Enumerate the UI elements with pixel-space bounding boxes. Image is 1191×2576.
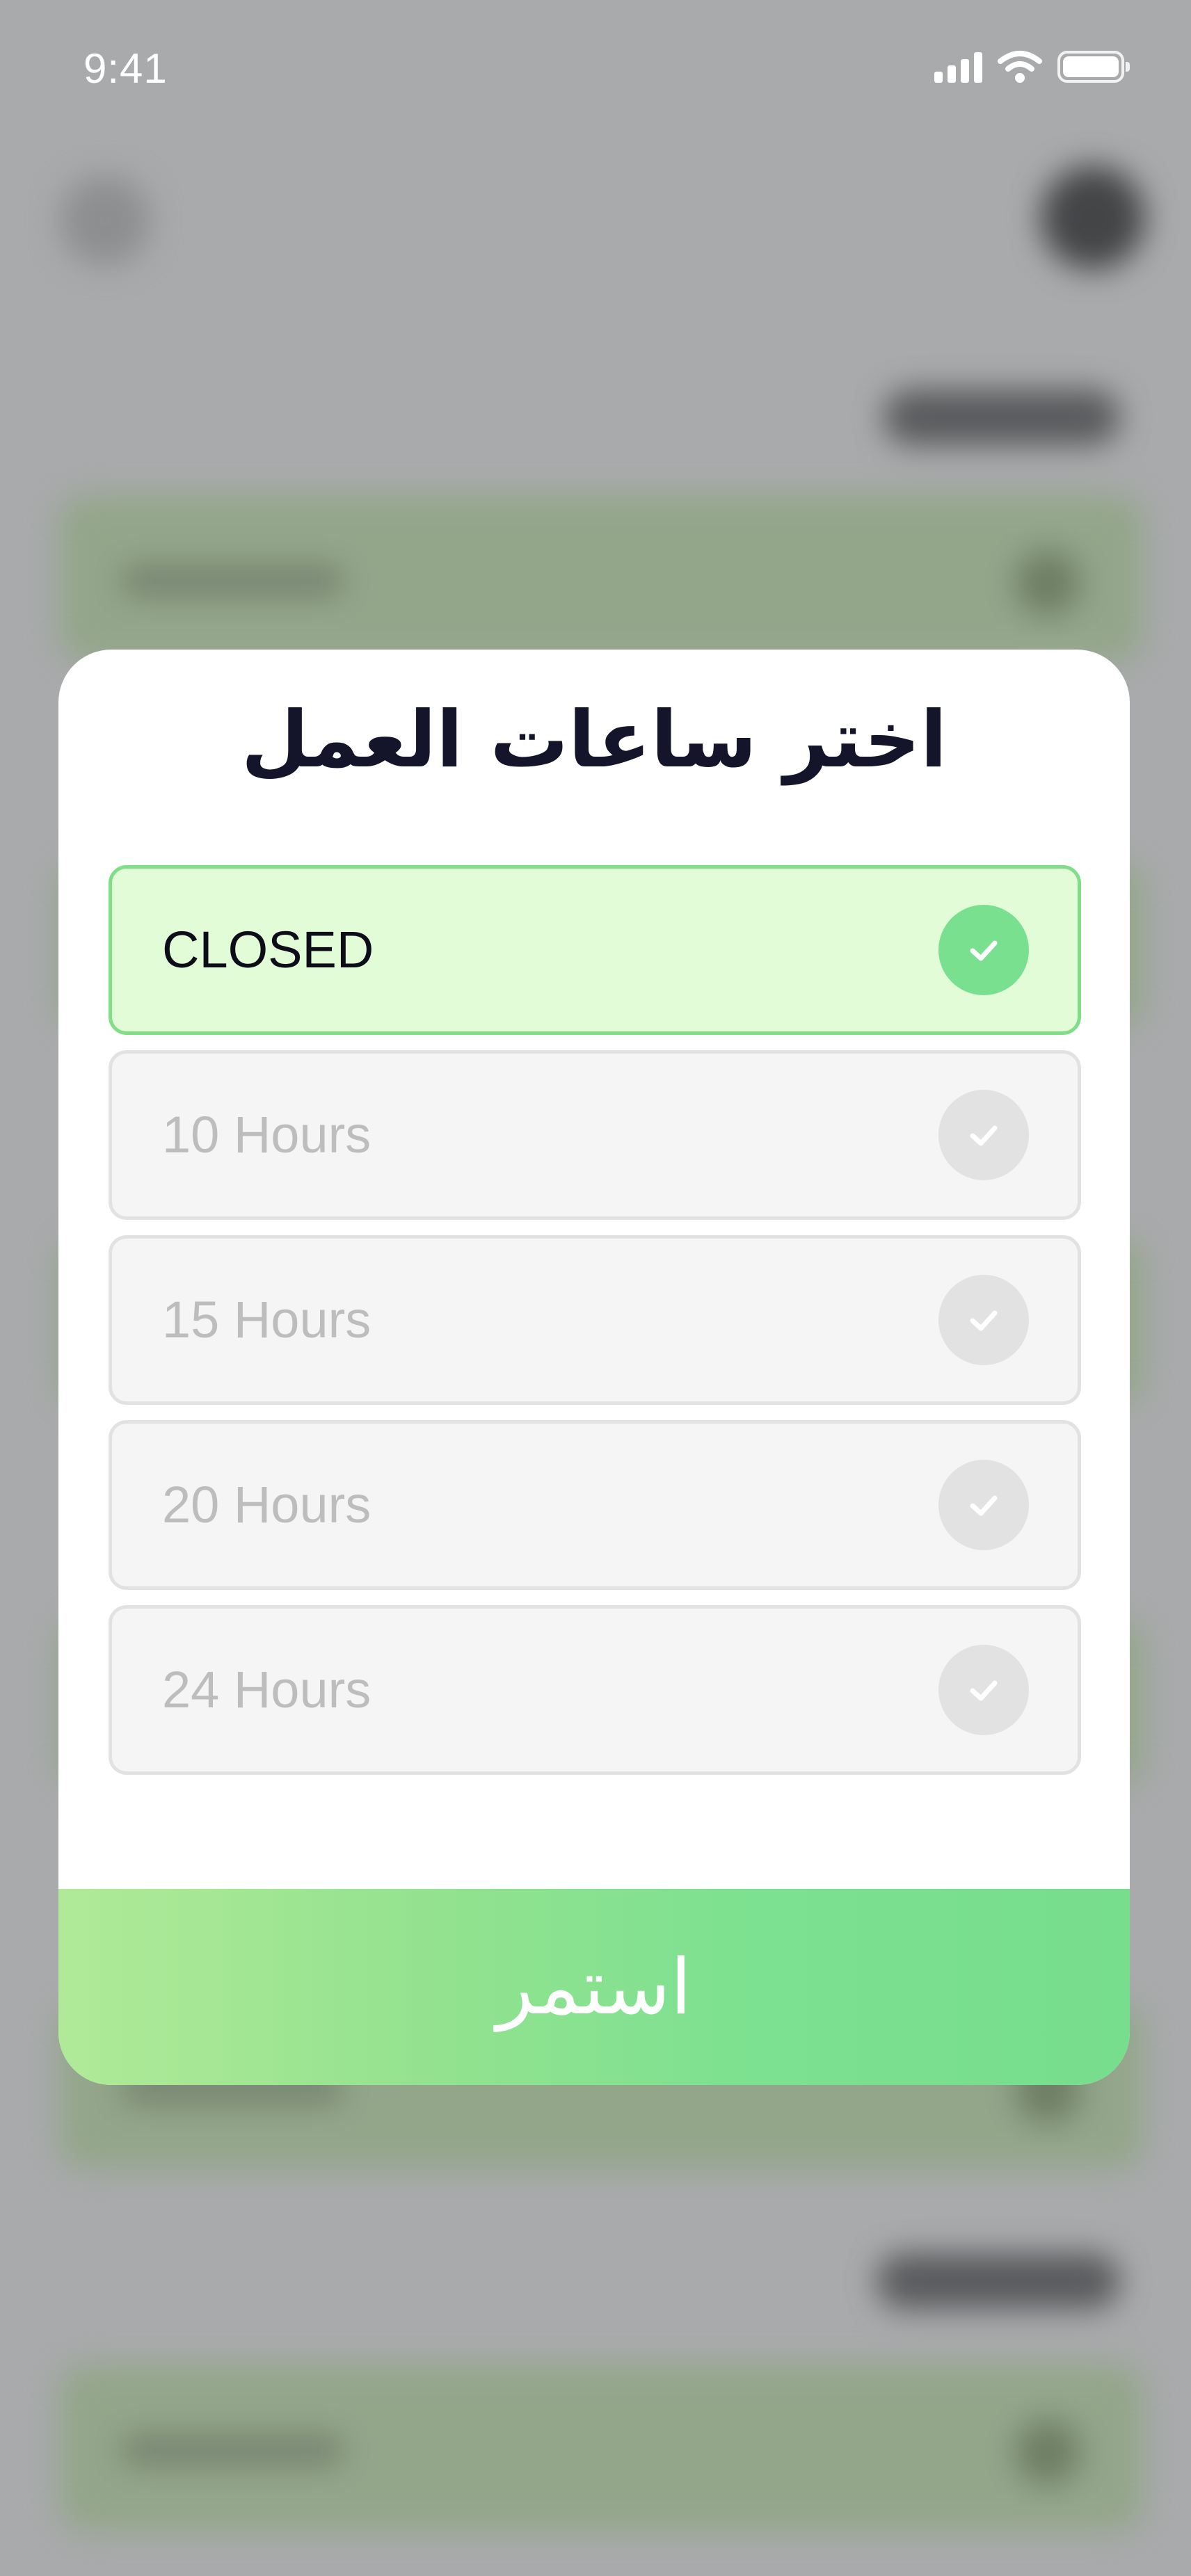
continue-button[interactable]: استمر: [58, 1889, 1130, 2085]
check-icon: [938, 905, 1029, 995]
check-icon: [938, 1645, 1029, 1735]
status-bar: 9:41: [0, 0, 1191, 139]
option-label: 10 Hours: [162, 1106, 371, 1164]
option-24-hours[interactable]: 24 Hours: [109, 1605, 1081, 1775]
continue-button-label: استمر: [496, 1942, 692, 2031]
background-back-icon: [60, 175, 150, 266]
hours-options-list: CLOSED 10 Hours 15 Hours 20 Hours 24 Hou…: [109, 865, 1081, 1790]
check-icon: [938, 1460, 1029, 1550]
background-avatar: [1041, 166, 1145, 270]
background-card-text: [121, 2434, 344, 2466]
battery-icon: [1057, 51, 1130, 83]
option-10-hours[interactable]: 10 Hours: [109, 1050, 1081, 1220]
background-heading: [884, 389, 1120, 445]
wifi-icon: [998, 51, 1042, 83]
background-card-text: [121, 565, 344, 597]
option-label: 24 Hours: [162, 1661, 371, 1718]
signal-icon: [934, 51, 982, 83]
option-label: 20 Hours: [162, 1476, 371, 1533]
option-15-hours[interactable]: 15 Hours: [109, 1235, 1081, 1405]
background-card-dot: [1014, 2419, 1081, 2486]
background-heading: [877, 2253, 1120, 2309]
dialog-title: اختر ساعات العمل: [241, 695, 948, 785]
background-card: [58, 2365, 1144, 2531]
background-card: [58, 495, 1144, 662]
working-hours-dialog: اختر ساعات العمل CLOSED 10 Hours 15 Hour…: [58, 650, 1130, 2085]
check-icon: [938, 1275, 1029, 1365]
status-icons: [934, 50, 1130, 83]
option-label: 15 Hours: [162, 1291, 371, 1349]
option-closed[interactable]: CLOSED: [109, 865, 1081, 1035]
option-label: CLOSED: [162, 921, 374, 979]
background-card-dot: [1014, 549, 1081, 616]
status-time: 9:41: [83, 45, 168, 92]
check-icon: [938, 1090, 1029, 1180]
option-20-hours[interactable]: 20 Hours: [109, 1420, 1081, 1590]
